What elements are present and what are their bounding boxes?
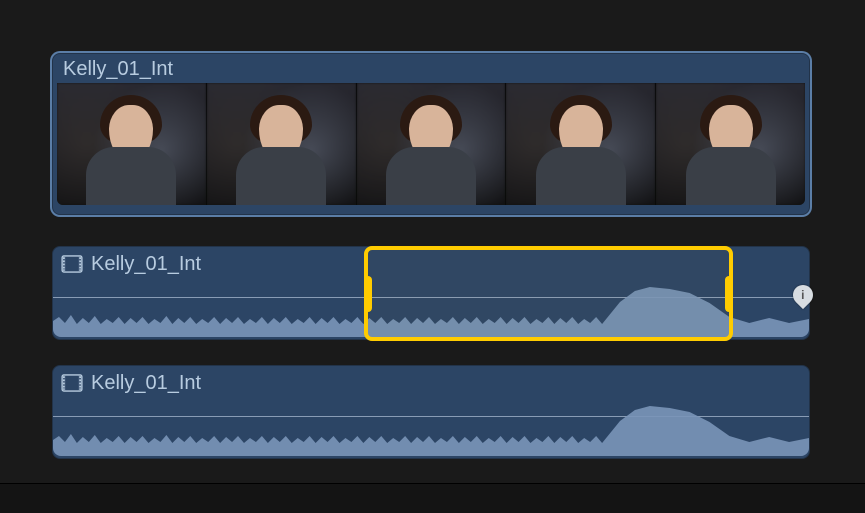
clip-listing[interactable]: Kelly_01_Int [52,365,810,459]
filmstrip-frame[interactable] [57,83,207,205]
clip-title: Kelly_01_Int [53,54,809,83]
video-clip-icon [61,255,83,273]
filmstrip-frame[interactable] [506,83,656,205]
media-browser[interactable]: Kelly_01_Int Kelly_01_Int [52,0,812,513]
clip-waveform[interactable] [53,396,809,456]
clip-filmstrip-frames[interactable] [53,83,809,209]
filmstrip-frame[interactable] [656,83,805,205]
clip-title: Kelly_01_Int [91,253,201,275]
clip-title: Kelly_01_Int [91,372,201,394]
marker-glyph: i [801,288,804,302]
clip-filmstrip[interactable]: Kelly_01_Int [52,53,810,215]
waveform [53,277,809,337]
filmstrip-frame[interactable] [357,83,507,205]
clip-listing[interactable]: Kelly_01_Int i [52,246,810,340]
video-clip-icon [61,374,83,392]
panel-edge [0,483,865,513]
waveform [53,396,809,456]
clip-waveform[interactable] [53,277,809,337]
filmstrip-frame[interactable] [207,83,357,205]
